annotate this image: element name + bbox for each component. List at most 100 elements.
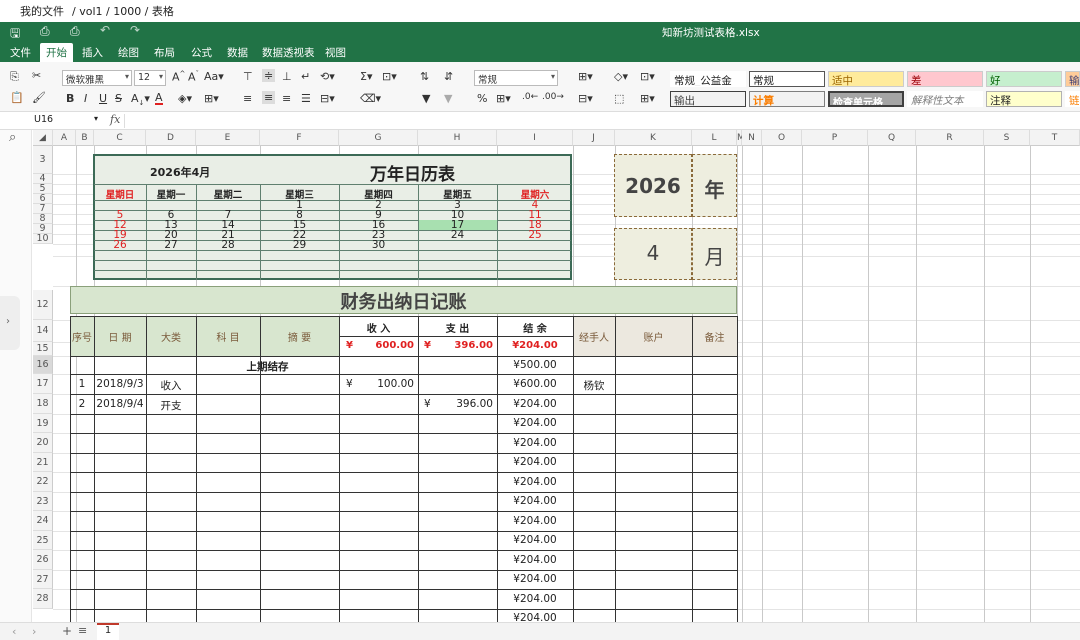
redo-icon[interactable]: ↷ xyxy=(130,23,140,37)
row-header-22[interactable]: 22 xyxy=(33,472,53,492)
style-check-cell[interactable]: 检查单元格 xyxy=(828,91,904,107)
row-header-10[interactable]: 10 xyxy=(33,234,53,244)
menu-3[interactable]: 绘图 xyxy=(118,45,139,60)
menu-5[interactable]: 公式 xyxy=(191,45,212,60)
row-header-20[interactable]: 20 xyxy=(33,433,53,453)
prev-sheet-icon[interactable]: ‹ xyxy=(12,625,16,638)
name-box[interactable]: U16 ▾ xyxy=(32,114,104,128)
increase-font-icon[interactable]: A^ xyxy=(172,70,185,84)
filter-icon[interactable]: ▼ xyxy=(422,92,430,105)
col-header-D[interactable]: D xyxy=(146,130,196,146)
increase-decimal-icon[interactable]: .00→ xyxy=(542,92,564,102)
row-header-18[interactable]: 18 xyxy=(33,394,53,414)
print-icon[interactable]: ⎙ xyxy=(40,24,50,39)
col-header-H[interactable]: H xyxy=(418,130,497,146)
sheet-tab-1[interactable]: 1 xyxy=(97,623,119,640)
row-header-24[interactable]: 24 xyxy=(33,511,53,531)
col-header-P[interactable]: P xyxy=(802,130,868,146)
eraser-icon[interactable]: ◇▾ xyxy=(614,70,628,83)
col-header-L[interactable]: L xyxy=(692,130,737,146)
conditional-format-icon[interactable]: ⊡▾ xyxy=(640,70,655,83)
row-header-25[interactable]: 25 xyxy=(33,531,53,550)
clear-filter-icon[interactable]: ▼ xyxy=(444,92,452,105)
col-header-R[interactable]: R xyxy=(916,130,984,146)
menu-6[interactable]: 数据 xyxy=(227,45,248,60)
undo-icon[interactable]: ↶ xyxy=(100,23,110,37)
menu-7[interactable]: 数据透视表 xyxy=(262,45,315,60)
autosum-icon[interactable]: Σ▾ xyxy=(360,70,372,83)
col-header-S[interactable]: S xyxy=(984,130,1030,146)
style-good[interactable]: 好 xyxy=(986,71,1062,87)
sheet-list-icon[interactable]: ≡ xyxy=(78,624,87,637)
select-icon[interactable]: ⬚ xyxy=(614,92,624,105)
italic-icon[interactable]: I xyxy=(84,92,87,105)
currency-icon[interactable]: ⊞▾ xyxy=(496,92,511,105)
row-header-14[interactable]: 14 xyxy=(33,320,53,342)
menu-1[interactable]: 开始 xyxy=(40,43,73,62)
justify-icon[interactable]: ☰ xyxy=(301,92,311,105)
decrease-decimal-icon[interactable]: .0← xyxy=(522,92,538,102)
wrap-text-icon[interactable]: ↵ xyxy=(301,70,310,83)
number-format-select[interactable]: 常规 ▾ xyxy=(474,70,558,86)
print-preview-icon[interactable]: ⎙ xyxy=(70,24,80,39)
corner-cell[interactable]: ◢ xyxy=(33,130,53,146)
breadcrumb-path[interactable]: / vol1 / 1000 / 表格 xyxy=(72,3,174,19)
paste-icon[interactable]: 📋 xyxy=(10,91,24,104)
menu-8[interactable]: 视图 xyxy=(325,45,346,60)
align-bottom-icon[interactable]: ⊥ xyxy=(282,70,292,83)
style-normal-fund[interactable]: 常规_公益金 xyxy=(670,71,746,87)
menu-4[interactable]: 布局 xyxy=(154,45,175,60)
col-header-F[interactable]: F xyxy=(260,130,339,146)
font-name-select[interactable]: 微软雅黑 ▾ xyxy=(62,70,132,86)
align-right-icon[interactable]: ≡ xyxy=(282,92,291,105)
row-header-15[interactable]: 15 xyxy=(33,342,53,356)
table-format-icon[interactable]: ⊞▾ xyxy=(640,92,655,105)
style-note[interactable]: 注释 xyxy=(986,91,1062,107)
col-header-B[interactable]: B xyxy=(76,130,94,146)
col-header-G[interactable]: G xyxy=(339,130,418,146)
style-input[interactable]: 输 xyxy=(1065,71,1080,87)
row-header-28[interactable]: 28 xyxy=(33,589,53,609)
fill-color-icon[interactable]: ◈▾ xyxy=(178,92,192,105)
row-header-23[interactable]: 23 xyxy=(33,492,53,511)
next-sheet-icon[interactable]: › xyxy=(32,625,36,638)
sort-asc-icon[interactable]: ⇅ xyxy=(420,70,429,83)
col-header-A[interactable]: A xyxy=(53,130,76,146)
col-header-Q[interactable]: Q xyxy=(868,130,916,146)
align-center-icon[interactable]: ≡ xyxy=(262,91,276,104)
underline-icon[interactable]: U xyxy=(99,92,107,105)
strikethrough-icon[interactable]: S xyxy=(115,92,122,105)
col-header-I[interactable]: I xyxy=(497,130,573,146)
sheet-grid[interactable]: ◢ A B C D E F G H I J K L M N O P Q R S T 3 4 5 6 7 8 9 10 12 14 15 16 17… xyxy=(0,130,1080,622)
row-header-27[interactable]: 27 xyxy=(33,570,53,589)
col-header-O[interactable]: O xyxy=(762,130,802,146)
col-header-C[interactable]: C xyxy=(94,130,146,146)
bold-icon[interactable]: B xyxy=(66,92,74,105)
clear-icon[interactable]: ⌫▾ xyxy=(360,92,381,105)
format-painter-icon[interactable]: 🖌 xyxy=(32,91,46,104)
font-color-icon[interactable]: A xyxy=(155,92,163,105)
merge-cells-icon[interactable]: ⊟▾ xyxy=(320,92,335,105)
col-header-N[interactable]: N xyxy=(742,130,762,146)
copy-icon[interactable]: ⎘ xyxy=(10,70,19,84)
col-header-E[interactable]: E xyxy=(196,130,260,146)
row-header-26[interactable]: 26 xyxy=(33,550,53,570)
align-left-icon[interactable]: ≡ xyxy=(243,92,252,105)
subscript-icon[interactable]: A↓▾ xyxy=(131,92,150,107)
style-neutral[interactable]: 适中 xyxy=(828,71,904,87)
change-case-icon[interactable]: Aa▾ xyxy=(204,70,224,83)
percent-icon[interactable]: % xyxy=(477,92,487,105)
fill-icon[interactable]: ⊡▾ xyxy=(382,70,397,83)
row-header-12[interactable]: 12 xyxy=(33,290,53,320)
my-files-link[interactable]: 我的文件 xyxy=(20,3,64,19)
sort-desc-icon[interactable]: ⇵ xyxy=(444,70,453,83)
menu-2[interactable]: 插入 xyxy=(82,45,103,60)
menu-0[interactable]: 文件 xyxy=(10,45,31,60)
style-output[interactable]: 输出 xyxy=(670,91,746,107)
style-calculation[interactable]: 计算 xyxy=(749,91,825,107)
col-header-K[interactable]: K xyxy=(615,130,692,146)
row-header-21[interactable]: 21 xyxy=(33,453,53,472)
align-top-icon[interactable]: ⊤ xyxy=(243,70,253,83)
col-header-T[interactable]: T xyxy=(1030,130,1080,146)
delete-cells-icon[interactable]: ⊟▾ xyxy=(578,92,593,105)
